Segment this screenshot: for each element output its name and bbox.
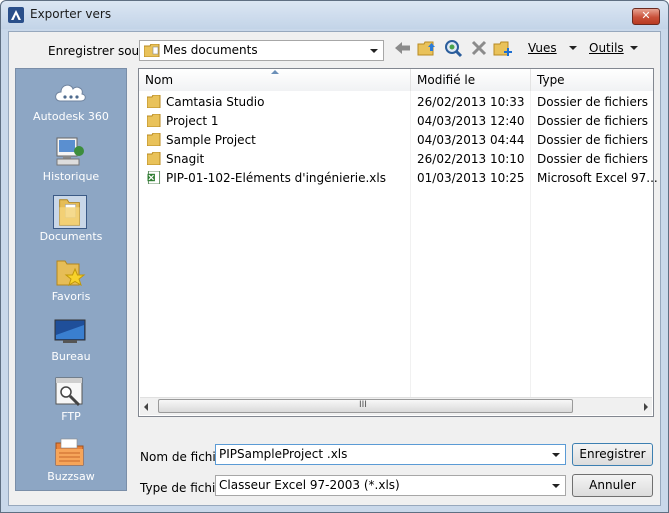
file-row[interactable]: Project 1 04/03/2013 12:40 Dossier de fi…	[139, 112, 653, 131]
folder-icon	[147, 152, 161, 165]
place-history[interactable]: Historique	[16, 133, 126, 191]
file-row[interactable]: Snagit 26/02/2013 10:10 Dossier de fichi…	[139, 150, 653, 169]
file-name: Snagit	[166, 152, 205, 166]
save-in-dropdown[interactable]: Mes documents	[139, 40, 384, 61]
dialog-body: Enregistrer sous: Mes documents Vues Out…	[8, 31, 661, 506]
file-row[interactable]: PIP-01-102-Eléments d'ingénierie.xls 01/…	[139, 169, 658, 188]
documents-folder-icon	[53, 195, 87, 229]
filename-input[interactable]: PIPSampleProject .xls	[215, 444, 566, 465]
chevron-down-icon[interactable]	[549, 478, 563, 493]
place-label: Buzzsaw	[47, 470, 95, 483]
column-header-type[interactable]: Type	[531, 69, 653, 91]
desktop-icon	[54, 319, 86, 343]
folder-icon	[147, 114, 161, 127]
export-dialog: Exporter vers ✕ Enregistrer sous: Mes do…	[0, 0, 669, 513]
places-bar: Autodesk 360 Historique Documents Favori…	[15, 68, 127, 491]
history-icon	[56, 137, 84, 166]
scrollbar-thumb[interactable]: III	[158, 399, 573, 413]
close-button[interactable]: ✕	[632, 8, 660, 25]
place-documents[interactable]: Documents	[16, 193, 126, 251]
buzzsaw-icon	[55, 438, 84, 466]
tools-chevron-down-icon[interactable]	[630, 46, 638, 50]
file-list: Nom Modifié le Type Camtasia Studio 26/0…	[138, 68, 658, 417]
column-header-name-label: Nom	[145, 73, 174, 87]
file-type: Dossier de fichiers	[537, 152, 649, 166]
filetype-value: Classeur Excel 97-2003 (*.xls)	[219, 478, 400, 492]
place-label: Historique	[42, 170, 100, 183]
place-favorites[interactable]: Favoris	[16, 253, 126, 311]
file-modified: 04/03/2013 12:40	[417, 114, 525, 128]
favorites-icon	[56, 260, 86, 287]
place-ftp[interactable]: FTP	[16, 373, 126, 431]
file-type: Dossier de fichiers	[537, 133, 649, 147]
scrollbar-grip: III	[359, 400, 367, 410]
folder-icon	[147, 133, 161, 146]
scroll-right-icon[interactable]	[644, 403, 648, 411]
chevron-down-icon	[367, 43, 381, 58]
place-desktop[interactable]: Bureau	[16, 313, 126, 371]
excel-file-icon	[147, 171, 161, 184]
column-header-modified[interactable]: Modifié le	[411, 69, 531, 91]
file-row[interactable]: Camtasia Studio 26/02/2013 10:33 Dossier…	[139, 93, 653, 112]
save-button[interactable]: Enregistrer	[572, 443, 653, 466]
place-autodesk-360[interactable]: Autodesk 360	[16, 73, 126, 131]
autocad-app-icon	[8, 7, 24, 23]
scroll-left-icon[interactable]	[144, 403, 148, 411]
column-header-type-label: Type	[537, 73, 565, 87]
chevron-down-icon[interactable]	[549, 447, 563, 462]
ftp-icon	[55, 377, 83, 407]
save-in-value: Mes documents	[163, 43, 258, 57]
sort-ascending-icon	[271, 70, 279, 74]
file-name: Camtasia Studio	[166, 95, 265, 109]
file-type: Dossier de fichiers	[537, 95, 649, 109]
file-name: Project 1	[166, 114, 219, 128]
back-arrow-icon[interactable]	[393, 38, 413, 58]
tools-menu[interactable]: Outils	[589, 41, 624, 55]
search-web-icon[interactable]	[443, 38, 463, 58]
file-modified: 04/03/2013 04:44	[417, 133, 525, 147]
column-header-name[interactable]: Nom	[139, 69, 411, 91]
views-chevron-down-icon[interactable]	[569, 46, 577, 50]
cloud-icon	[55, 84, 86, 102]
place-label: Favoris	[51, 290, 91, 303]
views-menu[interactable]: Vues	[528, 41, 557, 55]
file-type: Dossier de fichiers	[537, 114, 649, 128]
window-title: Exporter vers	[30, 7, 112, 21]
title-bar[interactable]: Exporter vers ✕	[1, 1, 668, 29]
file-modified: 26/02/2013 10:33	[417, 95, 525, 109]
delete-icon[interactable]	[469, 38, 489, 58]
up-folder-icon[interactable]	[417, 38, 437, 58]
folder-icon	[147, 95, 161, 108]
place-label: Documents	[39, 230, 103, 243]
place-label: FTP	[61, 410, 81, 423]
file-modified: 01/03/2013 10:25	[417, 171, 525, 185]
filename-value: PIPSampleProject .xls	[219, 447, 348, 461]
place-label: Autodesk 360	[33, 110, 109, 123]
file-row[interactable]: Sample Project 04/03/2013 04:44 Dossier …	[139, 131, 653, 150]
file-name: Sample Project	[166, 133, 256, 147]
folder-icon	[144, 44, 160, 57]
file-name: PIP-01-102-Eléments d'ingénierie.xls	[166, 171, 386, 185]
cancel-button[interactable]: Annuler	[572, 474, 653, 497]
new-folder-icon[interactable]	[493, 38, 513, 58]
place-buzzsaw[interactable]: Buzzsaw	[16, 433, 126, 491]
save-in-label: Enregistrer sous:	[48, 44, 150, 58]
file-type: Microsoft Excel 97...	[537, 171, 658, 185]
column-header-modified-label: Modifié le	[417, 73, 476, 87]
horizontal-scrollbar[interactable]: III	[140, 397, 652, 415]
place-label: Bureau	[51, 350, 91, 363]
filetype-dropdown[interactable]: Classeur Excel 97-2003 (*.xls)	[215, 475, 566, 496]
file-modified: 26/02/2013 10:10	[417, 152, 525, 166]
